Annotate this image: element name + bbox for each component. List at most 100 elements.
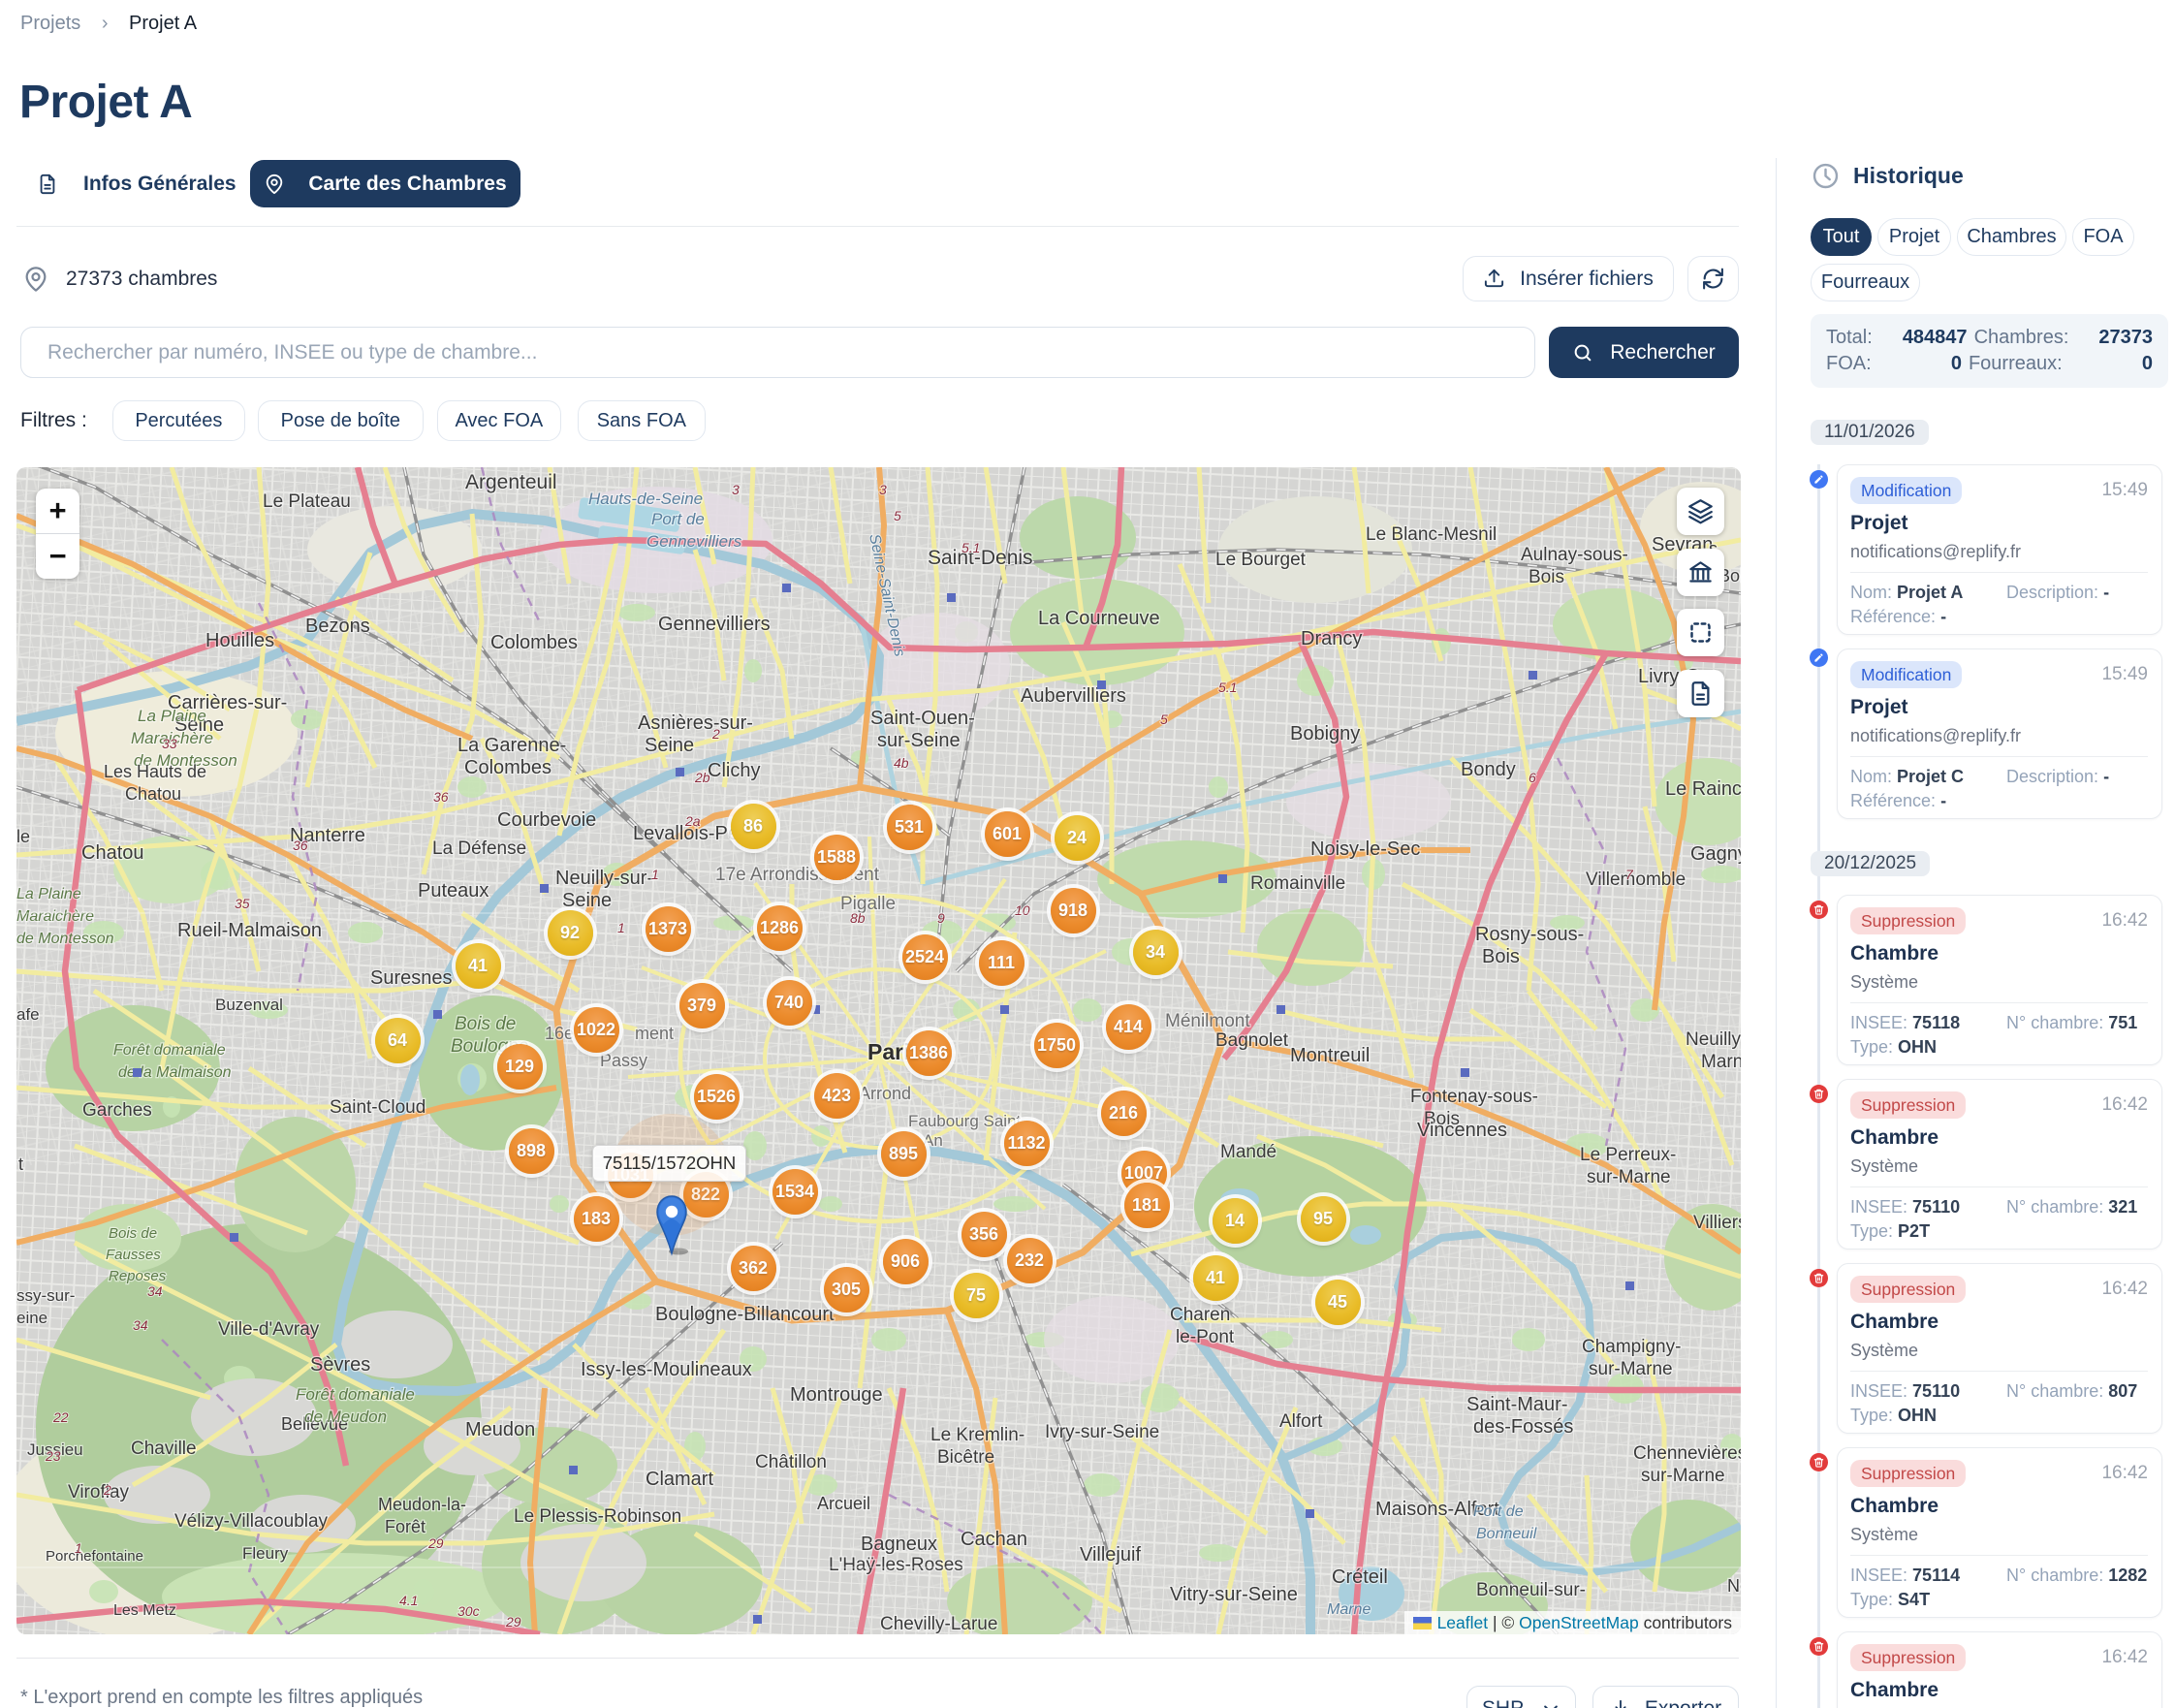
svg-text:Gennevilliers: Gennevilliers bbox=[658, 614, 771, 635]
svg-text:La Défense: La Défense bbox=[432, 838, 526, 859]
svg-text:Ménilmont: Ménilmont bbox=[1165, 1011, 1250, 1031]
svg-text:Arcueil: Arcueil bbox=[817, 1494, 870, 1513]
svg-text:10: 10 bbox=[1015, 902, 1030, 918]
svg-text:Seine: Seine bbox=[645, 735, 694, 756]
svg-text:Marne: Marne bbox=[1701, 1052, 1741, 1072]
svg-text:Bagnolet: Bagnolet bbox=[1215, 1030, 1289, 1051]
svg-text:Colombes: Colombes bbox=[464, 757, 552, 778]
svg-text:Villiers-su: Villiers-su bbox=[1693, 1213, 1741, 1233]
svg-text:Bonneuil-sur-: Bonneuil-sur- bbox=[1476, 1580, 1586, 1600]
svg-text:Châtillon: Châtillon bbox=[755, 1452, 827, 1472]
svg-text:Forêt domaniale: Forêt domaniale bbox=[296, 1385, 415, 1404]
svg-text:5: 5 bbox=[1160, 712, 1168, 727]
svg-text:Vitry-sur-Seine: Vitry-sur-Seine bbox=[1170, 1584, 1298, 1605]
svg-text:Bagneux: Bagneux bbox=[861, 1534, 937, 1555]
svg-text:Sèvres: Sèvres bbox=[310, 1354, 370, 1376]
svg-text:23: 23 bbox=[45, 1448, 61, 1464]
svg-text:36: 36 bbox=[293, 838, 308, 853]
svg-text:La Garenne-: La Garenne- bbox=[457, 735, 566, 756]
svg-text:Champigny-: Champigny- bbox=[1582, 1337, 1681, 1357]
svg-text:Viroflay: Viroflay bbox=[68, 1482, 130, 1502]
svg-text:Seine: Seine bbox=[562, 890, 612, 911]
svg-text:1: 1 bbox=[75, 1540, 82, 1556]
svg-text:Villemomble: Villemomble bbox=[1586, 870, 1686, 890]
svg-text:35: 35 bbox=[235, 896, 250, 911]
svg-text:Asnières-sur-: Asnières-sur- bbox=[638, 712, 753, 734]
svg-text:Chevilly-Larue: Chevilly-Larue bbox=[880, 1614, 997, 1634]
svg-text:sur-Seine: sur-Seine bbox=[877, 730, 961, 751]
svg-text:La Plaine: La Plaine bbox=[138, 707, 206, 725]
svg-text:8b: 8b bbox=[850, 910, 866, 926]
svg-text:t: t bbox=[18, 1154, 23, 1174]
svg-text:Issy-les-Moulineaux: Issy-les-Moulineaux bbox=[581, 1359, 752, 1380]
svg-text:de Meudon: de Meudon bbox=[304, 1408, 387, 1426]
svg-text:5.1: 5.1 bbox=[961, 540, 980, 555]
svg-text:Bondy: Bondy bbox=[1461, 759, 1516, 780]
svg-text:Noisy-le-Sec: Noisy-le-Sec bbox=[1310, 838, 1420, 860]
svg-text:Alfort: Alfort bbox=[1279, 1411, 1323, 1432]
svg-text:34: 34 bbox=[133, 1317, 148, 1333]
svg-text:Les Hauts de: Les Hauts de bbox=[104, 762, 206, 781]
svg-text:Chennevières-: Chennevières- bbox=[1633, 1443, 1741, 1464]
svg-text:Charen: Charen bbox=[1170, 1305, 1230, 1325]
svg-text:Villejuif: Villejuif bbox=[1080, 1544, 1141, 1566]
svg-text:Drancy: Drancy bbox=[1301, 628, 1362, 649]
svg-text:36: 36 bbox=[433, 789, 449, 805]
svg-text:5.1: 5.1 bbox=[1218, 680, 1237, 695]
svg-text:Puteaux: Puteaux bbox=[418, 880, 489, 901]
svg-text:Vincennes: Vincennes bbox=[1417, 1120, 1507, 1141]
svg-text:2: 2 bbox=[711, 726, 720, 742]
svg-text:Forêt domaniale: Forêt domaniale bbox=[113, 1042, 226, 1059]
svg-text:Boulogne-Billancourt: Boulogne-Billancourt bbox=[655, 1304, 835, 1325]
svg-text:Montreuil: Montreuil bbox=[1290, 1045, 1370, 1066]
svg-text:Port de: Port de bbox=[1473, 1503, 1524, 1520]
svg-text:Bois de: Bois de bbox=[455, 1014, 516, 1034]
svg-text:Aubervilliers: Aubervilliers bbox=[1021, 685, 1126, 707]
svg-text:Fausses: Fausses bbox=[106, 1247, 161, 1263]
svg-text:Montrouge: Montrouge bbox=[790, 1384, 883, 1406]
svg-text:Saint-Maur-: Saint-Maur- bbox=[1466, 1394, 1567, 1415]
svg-text:4.1: 4.1 bbox=[399, 1593, 418, 1608]
svg-text:6: 6 bbox=[1529, 770, 1536, 785]
svg-text:Ville-d'Avray: Ville-d'Avray bbox=[218, 1319, 320, 1340]
svg-text:Romainville: Romainville bbox=[1250, 873, 1345, 894]
svg-text:Garches: Garches bbox=[82, 1100, 152, 1121]
svg-text:1: 1 bbox=[617, 920, 625, 935]
svg-text:Bois: Bois bbox=[1529, 567, 1564, 587]
svg-text:Marne: Marne bbox=[1327, 1601, 1371, 1618]
svg-text:Saint-Cloud: Saint-Cloud bbox=[330, 1097, 426, 1118]
svg-text:Bois: Bois bbox=[1482, 946, 1520, 967]
svg-text:Le Plessis-Robinson: Le Plessis-Robinson bbox=[514, 1506, 681, 1527]
svg-text:Le Bourget: Le Bourget bbox=[1215, 550, 1307, 570]
svg-text:afe: afe bbox=[16, 1005, 40, 1024]
svg-text:Pigalle: Pigalle bbox=[840, 894, 896, 914]
svg-text:Neuilly-sur-: Neuilly-sur- bbox=[1686, 1029, 1741, 1050]
svg-text:1: 1 bbox=[651, 867, 659, 882]
svg-text:29: 29 bbox=[505, 1614, 521, 1629]
svg-text:Port de: Port de bbox=[651, 510, 705, 528]
svg-text:Porchefontaine: Porchefontaine bbox=[46, 1548, 143, 1565]
svg-text:Bobigny: Bobigny bbox=[1290, 723, 1360, 744]
svg-text:ment: ment bbox=[635, 1024, 674, 1043]
svg-text:Argenteuil: Argenteuil bbox=[465, 471, 557, 493]
svg-text:Colombes: Colombes bbox=[490, 632, 578, 653]
svg-text:30c: 30c bbox=[457, 1603, 480, 1619]
svg-text:Suresnes: Suresnes bbox=[370, 967, 453, 989]
svg-text:34: 34 bbox=[147, 1283, 163, 1299]
svg-text:Maraichère: Maraichère bbox=[16, 908, 94, 925]
svg-text:7: 7 bbox=[1625, 867, 1634, 882]
svg-text:Fontenay-sous-: Fontenay-sous- bbox=[1410, 1087, 1538, 1107]
svg-text:Saint-Ouen-: Saint-Ouen- bbox=[870, 708, 975, 729]
svg-text:le: le bbox=[16, 827, 30, 846]
svg-text:Meudon: Meudon bbox=[465, 1419, 535, 1440]
svg-text:des-Fossés: des-Fossés bbox=[1473, 1416, 1573, 1438]
svg-text:22: 22 bbox=[52, 1409, 69, 1425]
svg-text:Bicêtre: Bicêtre bbox=[937, 1447, 994, 1468]
svg-text:2a: 2a bbox=[684, 813, 701, 829]
svg-text:Bonneuil: Bonneuil bbox=[1476, 1526, 1537, 1542]
svg-text:29: 29 bbox=[427, 1535, 444, 1551]
svg-text:Mandé: Mandé bbox=[1220, 1142, 1277, 1162]
svg-text:Rosny-sous-: Rosny-sous- bbox=[1475, 924, 1584, 945]
svg-text:Forêt: Forêt bbox=[385, 1517, 426, 1536]
svg-text:4b: 4b bbox=[894, 755, 909, 771]
